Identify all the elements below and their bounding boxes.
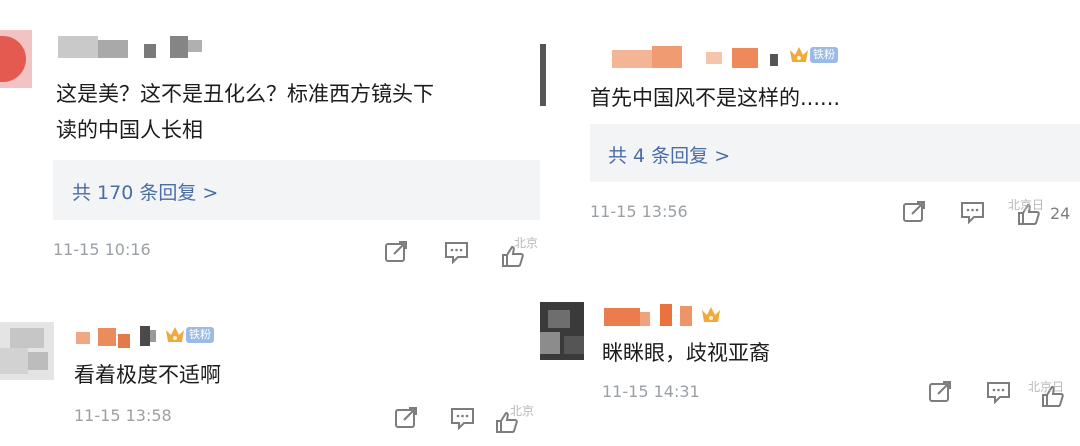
comment-timestamp: 11-15 13:56 — [590, 202, 688, 221]
watermark-text: 北京 — [514, 236, 539, 250]
view-replies-link[interactable]: 共 4 条回复 > — [608, 141, 730, 168]
comment-timestamp: 11-15 13:58 — [74, 406, 172, 425]
user-avatar[interactable] — [0, 30, 32, 88]
username-mosaic[interactable] — [58, 36, 218, 60]
like-count: 24 — [1050, 204, 1071, 223]
view-replies-link[interactable]: 共 170 条回复 > — [72, 178, 218, 205]
watermark-text: 北京 — [510, 404, 535, 418]
left-screenshot-panel: 这是美？这不是丑化么？标准西方镜头下 读的中国人长相 共 170 条回复 > 1… — [0, 0, 540, 446]
comment-text: 读的中国人长相 — [56, 118, 203, 142]
comment-timestamp: 11-15 10:16 — [53, 240, 151, 259]
comment-icon[interactable] — [960, 200, 986, 224]
watermark-text: 北京日 — [1028, 380, 1065, 394]
share-icon[interactable] — [384, 240, 410, 264]
crown-icon — [166, 327, 184, 342]
fan-badge: 铁粉 — [810, 47, 838, 63]
fan-badge: 铁粉 — [186, 327, 214, 343]
comment-text: 这是美？这不是丑化么？标准西方镜头下 — [56, 82, 434, 106]
user-avatar[interactable] — [540, 302, 584, 360]
share-icon[interactable] — [394, 406, 420, 430]
share-icon[interactable] — [928, 380, 954, 404]
comment-text: 眯眯眼，歧视亚裔 — [602, 341, 770, 365]
avatar-edge — [540, 44, 546, 106]
crown-icon — [790, 47, 808, 62]
comment-text: 看着极度不适啊 — [74, 363, 221, 387]
crown-icon — [702, 307, 720, 322]
comment-icon[interactable] — [986, 380, 1012, 404]
username-mosaic[interactable] — [76, 326, 166, 350]
username-mosaic[interactable] — [612, 46, 792, 72]
comment-icon[interactable] — [444, 240, 470, 264]
comment-icon[interactable] — [450, 406, 476, 430]
comment-text: 首先中国风不是这样的...... — [590, 86, 841, 110]
username-mosaic[interactable] — [604, 304, 704, 330]
watermark-text: 北京日 — [1008, 198, 1045, 212]
user-avatar[interactable] — [0, 322, 54, 380]
comment-timestamp: 11-15 14:31 — [602, 382, 700, 401]
share-icon[interactable] — [902, 200, 928, 224]
right-screenshot-panel: 铁粉 首先中国风不是这样的...... 共 4 条回复 > 11-15 13:5… — [540, 0, 1080, 446]
